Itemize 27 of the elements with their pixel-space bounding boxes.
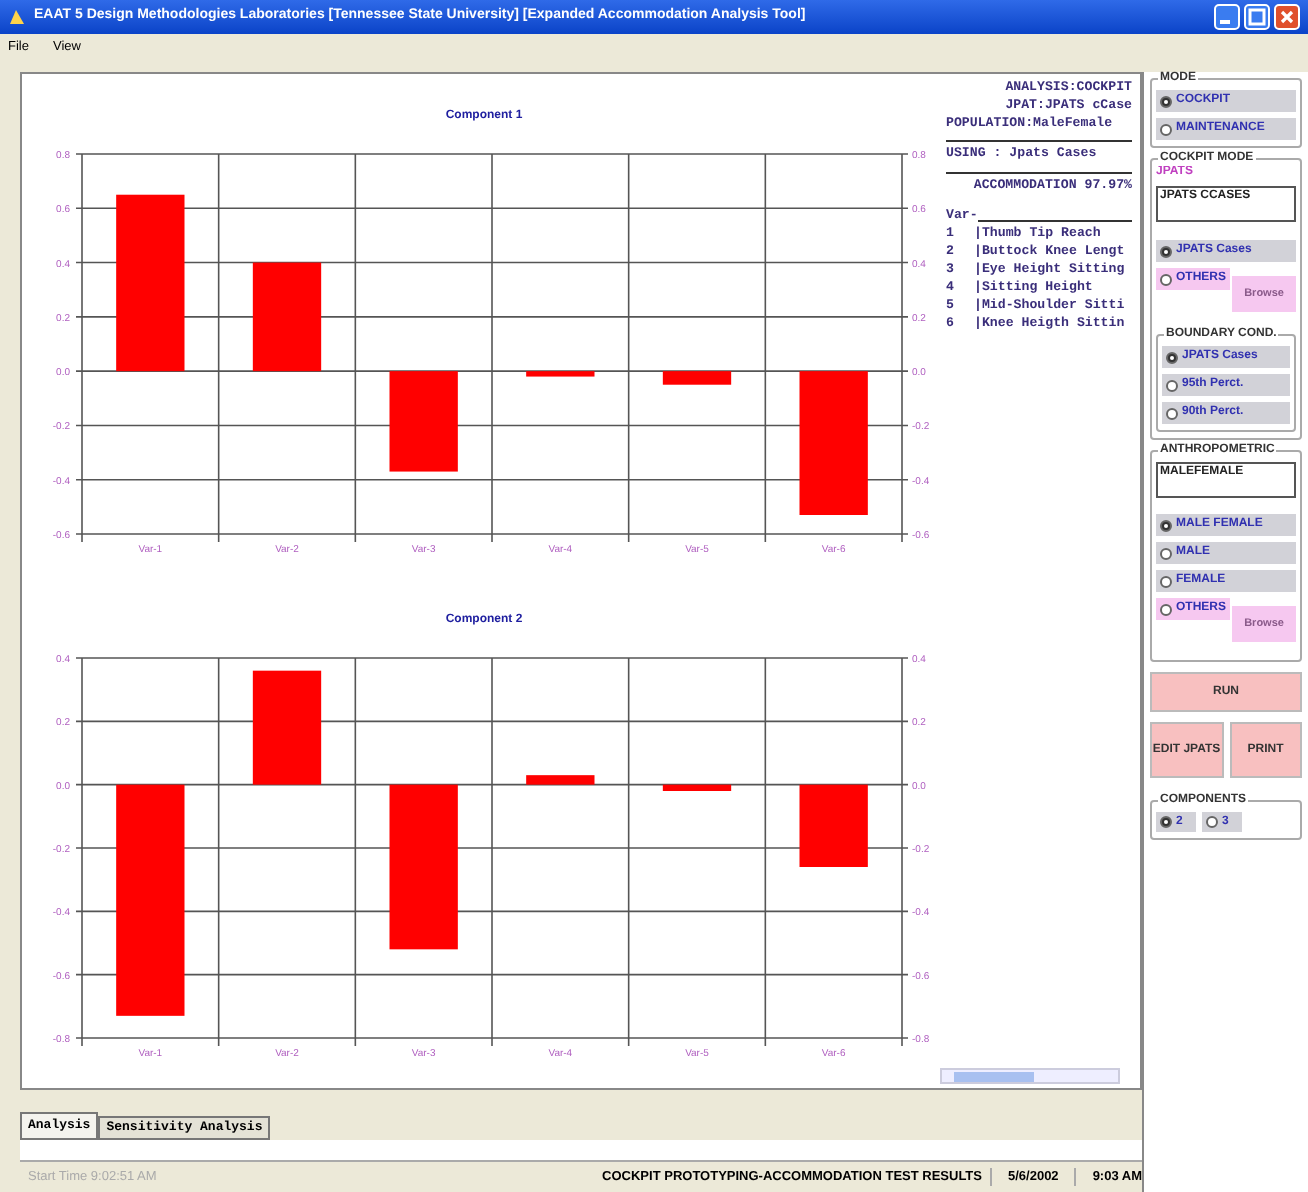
bar bbox=[799, 371, 868, 515]
bar bbox=[252, 670, 322, 785]
radio-indicator-icon[interactable] bbox=[1160, 123, 1172, 135]
minimize-icon[interactable] bbox=[1214, 4, 1240, 30]
bar bbox=[389, 371, 458, 472]
radio-indicator-icon[interactable] bbox=[1160, 245, 1172, 257]
radio-indicator-icon[interactable] bbox=[1160, 95, 1172, 107]
radio-indicator-icon[interactable] bbox=[1166, 379, 1178, 391]
radio-indicator-icon[interactable] bbox=[1206, 816, 1218, 828]
maximize-icon[interactable] bbox=[1244, 4, 1270, 30]
bar bbox=[526, 371, 595, 377]
bar bbox=[252, 262, 322, 372]
radio-indicator-icon[interactable] bbox=[1160, 519, 1172, 531]
bar bbox=[526, 775, 595, 785]
app-icon bbox=[8, 8, 26, 26]
radio-indicator-icon[interactable] bbox=[1160, 816, 1172, 828]
radio-indicator-icon[interactable] bbox=[1160, 575, 1172, 587]
close-icon[interactable] bbox=[1274, 4, 1300, 30]
radio-indicator-icon[interactable] bbox=[1166, 407, 1178, 419]
horizontal-scrollbar[interactable] bbox=[940, 1068, 1120, 1084]
radio-indicator-icon[interactable] bbox=[1166, 351, 1178, 363]
bar bbox=[799, 784, 868, 867]
radio-indicator-icon[interactable] bbox=[1160, 547, 1172, 559]
radio-indicator-icon[interactable] bbox=[1160, 603, 1172, 615]
radio-indicator-icon[interactable] bbox=[1160, 273, 1172, 285]
bar bbox=[662, 371, 732, 385]
bar bbox=[662, 784, 732, 791]
